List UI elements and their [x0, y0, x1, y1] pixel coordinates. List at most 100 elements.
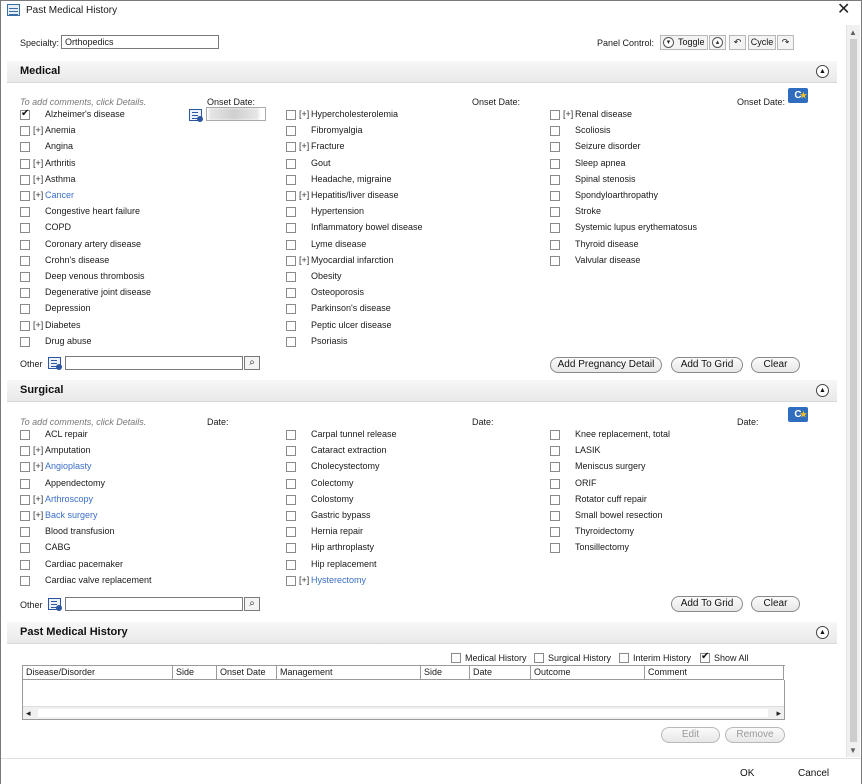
condition-checkbox[interactable] — [20, 239, 30, 250]
condition-checkbox[interactable] — [286, 320, 296, 331]
close-icon[interactable]: ✕ — [837, 1, 850, 19]
cycle-button[interactable]: Cycle — [748, 35, 776, 50]
condition-checkbox[interactable] — [20, 462, 30, 473]
condition-checkbox[interactable] — [286, 511, 296, 521]
details-icon[interactable] — [48, 357, 62, 370]
expand-toggle[interactable]: [+] — [33, 320, 43, 330]
scrollbar-thumb[interactable] — [850, 39, 857, 742]
surgical-clear-button[interactable]: Clear — [751, 596, 800, 612]
search-icon[interactable]: ⌕ — [244, 597, 260, 611]
condition-checkbox[interactable] — [550, 142, 560, 153]
condition-checkbox[interactable] — [550, 494, 560, 505]
condition-checkbox[interactable] — [20, 494, 30, 505]
condition-checkbox[interactable] — [20, 223, 30, 234]
condition-checkbox[interactable] — [20, 430, 30, 440]
surgical-other-input[interactable] — [65, 597, 243, 611]
condition-checkbox[interactable] — [286, 174, 296, 185]
details-icon[interactable] — [48, 598, 62, 611]
condition-checkbox[interactable] — [550, 207, 560, 218]
condition-checkbox[interactable] — [20, 446, 30, 457]
condition-checkbox[interactable] — [550, 511, 560, 521]
condition-checkbox[interactable] — [286, 126, 296, 137]
quick-add-icon[interactable]: C ★ — [788, 407, 808, 422]
condition-checkbox[interactable] — [550, 543, 560, 554]
condition-checkbox[interactable] — [286, 494, 296, 505]
condition-label[interactable]: Angioplasty — [45, 461, 92, 471]
condition-checkbox[interactable] — [286, 223, 296, 234]
scroll-right-icon[interactable]: ▸ — [776, 707, 781, 719]
condition-checkbox[interactable] — [286, 110, 296, 120]
condition-checkbox[interactable] — [20, 559, 30, 570]
condition-checkbox[interactable] — [286, 462, 296, 473]
condition-checkbox[interactable] — [20, 255, 30, 266]
condition-checkbox[interactable] — [550, 446, 560, 457]
condition-checkbox[interactable] — [20, 320, 30, 331]
condition-checkbox[interactable] — [20, 191, 30, 201]
condition-checkbox[interactable] — [550, 110, 560, 120]
search-icon[interactable]: ⌕ — [244, 356, 260, 370]
expand-toggle[interactable]: [+] — [299, 575, 309, 585]
medical-add-to-grid-button[interactable]: Add To Grid — [671, 357, 743, 373]
cancel-button[interactable]: Cancel — [798, 768, 829, 779]
expand-toggle[interactable]: [+] — [33, 461, 43, 471]
horizontal-scrollbar[interactable]: ◂ ▸ — [23, 706, 784, 719]
expand-toggle[interactable]: [+] — [563, 109, 573, 119]
condition-checkbox[interactable] — [286, 207, 296, 218]
grid-column-header[interactable]: Outcome — [531, 666, 645, 680]
condition-checkbox[interactable] — [286, 446, 296, 457]
condition-checkbox[interactable] — [286, 575, 296, 586]
medical-other-input[interactable] — [65, 356, 243, 370]
condition-checkbox[interactable] — [286, 158, 296, 169]
hscroll-thumb[interactable] — [38, 709, 768, 717]
condition-checkbox[interactable] — [286, 527, 296, 538]
expand-toggle[interactable]: [+] — [299, 141, 309, 151]
grid-column-header[interactable]: Side — [421, 666, 470, 680]
condition-checkbox[interactable] — [550, 223, 560, 234]
condition-label[interactable]: Back surgery — [45, 510, 98, 520]
condition-checkbox[interactable] — [286, 559, 296, 570]
expand-toggle[interactable]: [+] — [299, 109, 309, 119]
grid-column-header[interactable]: Comment — [645, 666, 784, 680]
medical-clear-button[interactable]: Clear — [751, 357, 800, 373]
grid-column-header[interactable]: Side — [173, 666, 217, 680]
onset-date-field[interactable] — [206, 107, 266, 121]
condition-checkbox[interactable] — [20, 478, 30, 489]
scroll-left-icon[interactable]: ◂ — [26, 707, 31, 719]
collapse-all-button[interactable]: ▴ — [709, 35, 726, 50]
condition-checkbox[interactable] — [20, 158, 30, 169]
collapse-medical-icon[interactable]: ▲ — [816, 65, 829, 78]
condition-checkbox[interactable] — [550, 126, 560, 137]
condition-checkbox[interactable] — [20, 336, 30, 347]
surgical-add-to-grid-button[interactable]: Add To Grid — [671, 596, 743, 612]
condition-checkbox[interactable] — [550, 430, 560, 440]
cycle-back-button[interactable]: ↶ — [729, 35, 746, 50]
expand-toggle[interactable]: [+] — [299, 255, 309, 265]
condition-checkbox[interactable] — [20, 288, 30, 299]
condition-checkbox[interactable] — [20, 527, 30, 538]
expand-toggle[interactable]: [+] — [33, 174, 43, 184]
expand-toggle[interactable]: [+] — [33, 158, 43, 168]
expand-toggle[interactable]: [+] — [33, 190, 43, 200]
condition-checkbox[interactable] — [20, 511, 30, 521]
condition-checkbox[interactable] — [286, 336, 296, 347]
expand-toggle[interactable]: [+] — [33, 445, 43, 455]
condition-checkbox[interactable] — [286, 288, 296, 299]
expand-toggle[interactable]: [+] — [33, 510, 43, 520]
condition-label[interactable]: Hysterectomy — [311, 575, 366, 585]
condition-checkbox[interactable] — [286, 239, 296, 250]
grid-column-header[interactable]: Date — [470, 666, 531, 680]
condition-checkbox[interactable] — [20, 108, 30, 120]
remove-button[interactable]: Remove — [725, 727, 785, 743]
condition-checkbox[interactable] — [550, 174, 560, 185]
condition-checkbox[interactable] — [286, 478, 296, 489]
collapse-pmh-icon[interactable]: ▲ — [816, 626, 829, 639]
condition-checkbox[interactable] — [20, 304, 30, 315]
filter-checkbox[interactable] — [619, 653, 629, 663]
condition-checkbox[interactable] — [286, 255, 296, 266]
scroll-up-icon[interactable]: ▲ — [849, 28, 857, 37]
condition-checkbox[interactable] — [20, 126, 30, 137]
condition-checkbox[interactable] — [550, 255, 560, 266]
history-grid[interactable]: Disease/Disorder Side Onset Date Management… — [22, 665, 787, 720]
condition-checkbox[interactable] — [20, 207, 30, 218]
cycle-forward-button[interactable]: ↷ — [777, 35, 794, 50]
